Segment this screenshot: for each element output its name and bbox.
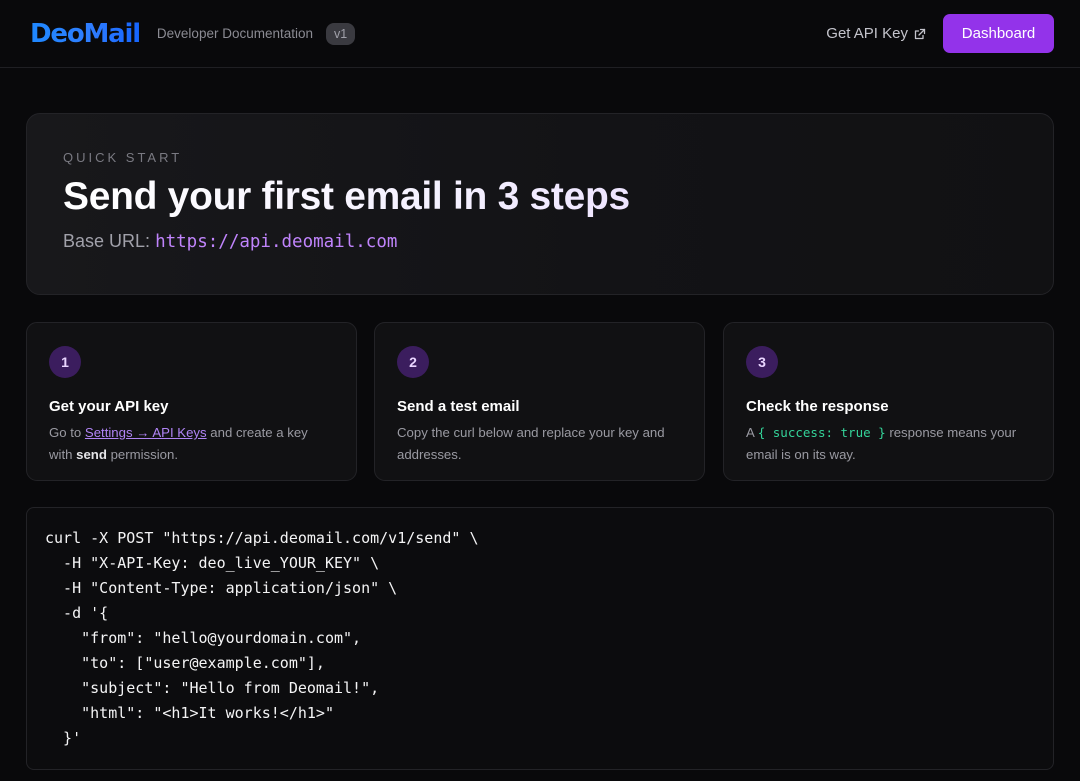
code-line: -H "X-API-Key: deo_live_YOUR_KEY" \: [45, 554, 380, 572]
step-description: Copy the curl below and replace your key…: [397, 425, 665, 462]
page-title: Send your first email in 3 steps: [63, 172, 1053, 222]
step-title: Get your API key: [49, 398, 169, 415]
code-line: "subject": "Hello from Deomail!",: [45, 679, 380, 697]
quick-start-hero: QUICK START Send your first email in 3 s…: [26, 113, 1054, 295]
header-subtitle: Developer Documentation: [156, 26, 314, 41]
base-url-value[interactable]: https://api.deomail.com: [155, 232, 397, 252]
get-api-key-link[interactable]: Get API Key: [826, 25, 926, 42]
step-card-2: 2 Send a test email Copy the curl below …: [374, 322, 705, 481]
step-card-3: 3 Check the response A { success: true }…: [723, 322, 1054, 481]
step-title: Check the response: [746, 398, 889, 415]
step-number-badge: 3: [746, 346, 778, 378]
success-response-code: { success: true }: [757, 425, 886, 440]
base-url-row: Base URL: https://api.deomail.com: [63, 229, 1053, 254]
step-number-badge: 1: [49, 346, 81, 378]
code-line: "html": "<h1>It works!</h1>": [45, 704, 334, 722]
base-url-label: Base URL:: [63, 231, 151, 251]
step-desc-text: A: [746, 425, 758, 440]
code-line: -H "Content-Type: application/json" \: [45, 579, 398, 597]
settings-api-keys-link[interactable]: Settings → API Keys: [85, 425, 207, 440]
version-badge: v1: [326, 22, 356, 45]
top-nav: DeoMail Developer Documentation v1 Get A…: [0, 0, 1080, 68]
get-api-key-label: Get API Key: [826, 25, 908, 42]
step-title: Send a test email: [397, 398, 520, 415]
code-line: "to": ["user@example.com"],: [45, 654, 325, 672]
step-description: A { success: true } response means your …: [746, 422, 1031, 466]
external-link-icon: [914, 28, 926, 39]
curl-code-block[interactable]: curl -X POST "https://api.deomail.com/v1…: [26, 507, 1054, 770]
deomail-logo[interactable]: DeoMail: [30, 21, 141, 47]
step-desc-text: permission.: [106, 447, 178, 462]
code-line: curl -X POST "https://api.deomail.com/v1…: [45, 529, 479, 547]
step-desc-text: Go to: [49, 425, 85, 440]
code-line: "from": "hello@yourdomain.com",: [45, 629, 362, 647]
dashboard-button[interactable]: Dashboard: [943, 14, 1054, 53]
step-card-1: 1 Get your API key Go to Settings → API …: [26, 322, 357, 481]
quick-start-eyebrow: QUICK START: [63, 150, 183, 165]
code-line: -d '{: [45, 604, 109, 622]
send-permission-label: send: [76, 447, 107, 462]
step-description: Go to Settings → API Keys and create a k…: [49, 422, 334, 466]
step-number-badge: 2: [397, 346, 429, 378]
code-line: }': [45, 729, 82, 747]
